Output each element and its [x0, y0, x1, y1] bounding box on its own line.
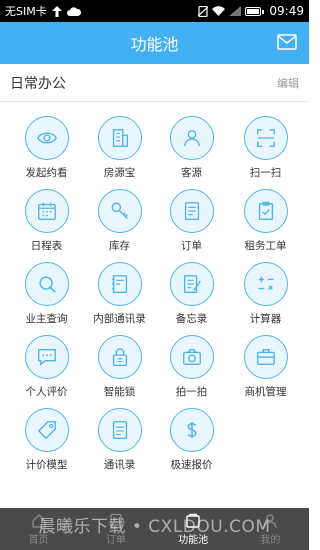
- signal-icon: [229, 6, 242, 16]
- app-tile[interactable]: 个人评价: [8, 335, 85, 408]
- page-title: 功能池: [130, 35, 179, 54]
- app-tile[interactable]: 拍一拍: [153, 335, 230, 408]
- app-label: 客源: [181, 167, 202, 179]
- app-tile[interactable]: 商机管理: [227, 335, 304, 408]
- calculator-icon: [243, 262, 288, 306]
- app-label: 库存: [109, 240, 130, 252]
- building-icon: [97, 116, 142, 160]
- app-label: 房源宝: [103, 167, 136, 179]
- app-tile[interactable]: 订单: [153, 189, 230, 262]
- list-icon: [169, 189, 214, 233]
- app-tile[interactable]: 房源宝: [81, 116, 158, 189]
- cloud-icon: [66, 6, 81, 16]
- no-sim-icon: [198, 5, 209, 17]
- tab-label: 订单: [105, 534, 126, 546]
- briefcase-icon: [243, 335, 288, 379]
- app-tile[interactable]: 极速报价: [153, 408, 230, 481]
- camera-icon: [169, 335, 214, 379]
- app-tile[interactable]: 计算器: [227, 262, 304, 335]
- tag-icon: [24, 408, 69, 452]
- app-label: 备忘录: [175, 313, 208, 325]
- app-label: 极速报价: [170, 459, 213, 471]
- app-label: 智能锁: [103, 386, 136, 398]
- app-label: 计算器: [249, 313, 282, 325]
- app-tile[interactable]: 业主查询: [8, 262, 85, 335]
- tab-home[interactable]: 首页: [0, 508, 77, 550]
- app-tile[interactable]: 备忘录: [153, 262, 230, 335]
- comment-icon: [24, 335, 69, 379]
- order-icon: [110, 513, 122, 528]
- tab-label: 首页: [28, 534, 49, 546]
- key-icon: [97, 189, 142, 233]
- lock-icon: [97, 335, 142, 379]
- pool-icon: [186, 513, 200, 528]
- app-label: 业主查询: [25, 313, 68, 325]
- tab-label: 我的: [260, 534, 281, 546]
- app-tile[interactable]: 计价模型: [8, 408, 85, 481]
- bottom-tab-bar: 首页 订单 功能池 我的: [0, 508, 309, 550]
- app-tile[interactable]: 租务工单: [227, 189, 304, 262]
- profile-icon: [263, 513, 278, 528]
- app-tile[interactable]: 智能锁: [81, 335, 158, 408]
- person-icon: [169, 116, 214, 160]
- battery-icon: [245, 6, 265, 16]
- app-tile[interactable]: 库存: [81, 189, 158, 262]
- eye-icon: [24, 116, 69, 160]
- upload-arrow-icon: [51, 5, 62, 17]
- calendar-icon: [24, 189, 69, 233]
- app-tile[interactable]: 客源: [153, 116, 230, 189]
- clipboard-check-icon: [243, 189, 288, 233]
- app-label: 拍一拍: [175, 386, 208, 398]
- tab-profile[interactable]: 我的: [232, 508, 309, 550]
- address-book-icon: [97, 408, 142, 452]
- app-label: 租务工单: [244, 240, 287, 252]
- section-header: 日常办公 编辑: [0, 64, 309, 102]
- app-tile[interactable]: 内部通讯录: [81, 262, 158, 335]
- mail-icon[interactable]: [277, 34, 297, 50]
- app-tile[interactable]: 扫一扫: [227, 116, 304, 189]
- dollar-icon: [169, 408, 214, 452]
- app-label: 扫一扫: [249, 167, 282, 179]
- carrier-text: 无SIM卡: [5, 5, 47, 18]
- clock-text: 09:49: [269, 4, 304, 18]
- note-pencil-icon: [169, 262, 214, 306]
- app-label: 日程表: [30, 240, 63, 252]
- contacts-book-icon: [97, 262, 142, 306]
- home-icon: [31, 513, 46, 528]
- section-title: 日常办公: [10, 75, 66, 92]
- title-bar: 功能池: [0, 22, 309, 64]
- app-label: 订单: [181, 240, 202, 252]
- search-icon: [24, 262, 69, 306]
- app-label: 计价模型: [25, 459, 68, 471]
- app-label: 发起约看: [25, 167, 68, 179]
- tab-label: 功能池: [178, 534, 209, 546]
- tab-function-pool[interactable]: 功能池: [155, 508, 232, 550]
- app-label: 个人评价: [25, 386, 68, 398]
- scan-icon: [243, 116, 288, 160]
- app-label: 内部通讯录: [93, 313, 146, 325]
- app-label: 通讯录: [103, 459, 136, 471]
- app-tile[interactable]: 日程表: [8, 189, 85, 262]
- status-bar: 无SIM卡 09:49: [0, 0, 309, 22]
- app-tile[interactable]: 通讯录: [81, 408, 158, 481]
- app-tile[interactable]: 发起约看: [8, 116, 85, 189]
- edit-link[interactable]: 编辑: [277, 75, 299, 91]
- wifi-icon: [212, 6, 226, 16]
- app-label: 商机管理: [244, 386, 287, 398]
- tab-orders[interactable]: 订单: [77, 508, 154, 550]
